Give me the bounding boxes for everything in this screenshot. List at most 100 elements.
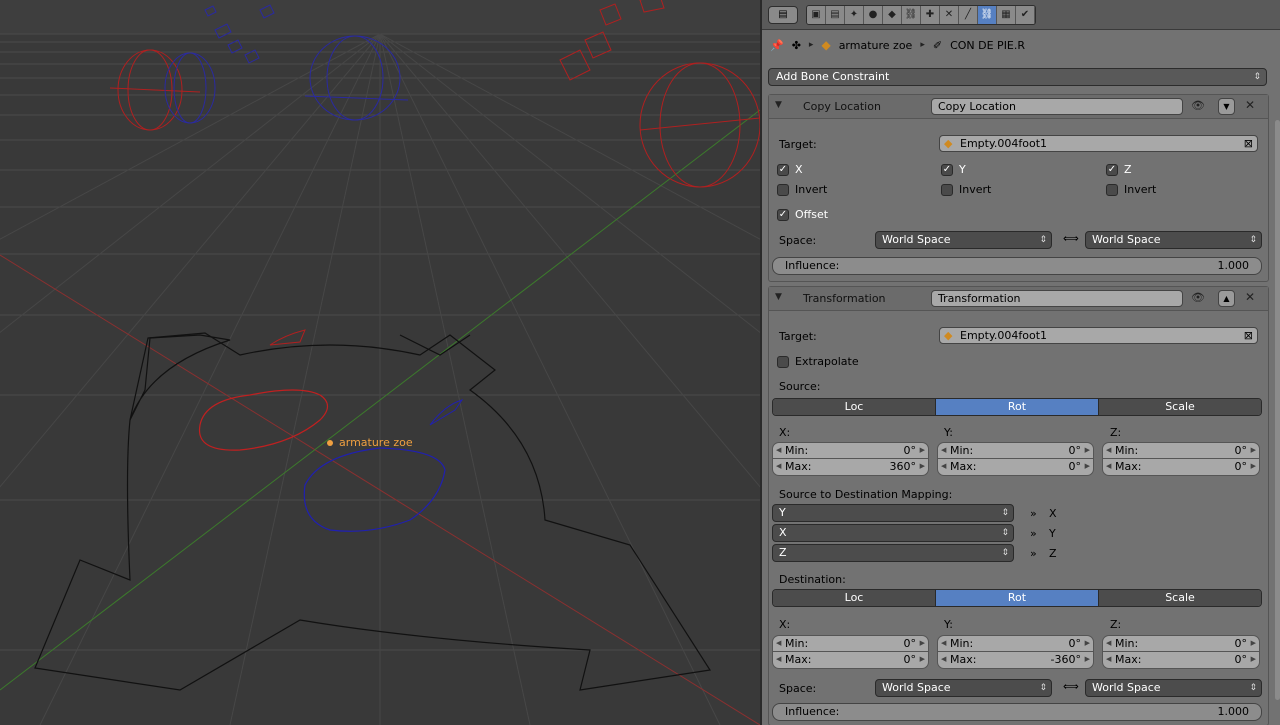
target-object-field[interactable]: ◆ Empty.004foot1 ⊠ — [939, 327, 1258, 344]
owner-space-dropdown[interactable]: World Space ⇕ — [875, 679, 1052, 697]
right-arrow-icon: ▶ — [1250, 655, 1256, 663]
bone-constraints-tab-icon[interactable]: ⛓ — [978, 6, 997, 24]
left-arrow-icon: ◀ — [1106, 446, 1112, 454]
right-arrow-icon: ▶ — [1250, 462, 1256, 470]
mapping-arrow-icon: » — [1030, 507, 1037, 520]
object-cube-icon: ◆ — [944, 137, 953, 150]
double-arrow-icon: ⟺ — [1063, 680, 1079, 693]
transformation-name-field[interactable]: Transformation — [931, 290, 1183, 307]
source-x-max-field[interactable]: ◀ Max: 360° ▶ — [772, 459, 929, 476]
3d-viewport[interactable]: armature zoe — [0, 0, 760, 725]
layers-tab-icon[interactable]: ▤ — [826, 6, 845, 24]
add-bone-constraint-dropdown[interactable]: Add Bone Constraint ⇕ — [768, 68, 1267, 86]
dest-x-min-field[interactable]: ◀ Min: 0° ▶ — [772, 635, 929, 652]
dest-z-max-field[interactable]: ◀ Max: 0° ▶ — [1102, 652, 1260, 669]
destination-label: Destination: — [779, 573, 846, 586]
constraints-tab-icon[interactable]: ⛓ — [902, 6, 921, 24]
dest-y-max-field[interactable]: ◀ Max: -360° ▶ — [937, 652, 1094, 669]
source-mode-selector: Loc Rot Scale — [772, 398, 1262, 416]
properties-scrollbar[interactable] — [1275, 120, 1280, 700]
use-x-checkbox[interactable]: ✓ X — [777, 163, 803, 176]
move-up-button[interactable]: ▲ — [1218, 290, 1235, 307]
extrapolate-checkbox[interactable]: Extrapolate — [777, 355, 859, 368]
transformation-header[interactable]: ▼ Transformation Transformation 👁 ▲ ✕ — [769, 287, 1268, 311]
modifiers-tab-icon[interactable]: ✚ — [921, 6, 940, 24]
use-y-checkbox[interactable]: ✓ Y — [941, 163, 966, 176]
max-label: Max: — [950, 653, 977, 666]
source-rot-button[interactable]: Rot — [936, 399, 1099, 415]
left-arrow-icon: ◀ — [1106, 462, 1112, 470]
target-object-value: Empty.004foot1 — [960, 137, 1048, 150]
invert-x-checkbox[interactable]: Invert — [777, 183, 827, 196]
destination-mode-selector: Loc Rot Scale — [772, 589, 1262, 607]
dest-y-max-value: -360° — [1050, 653, 1081, 666]
breadcrumb-bone: CON DE PIE.R — [950, 38, 1026, 52]
copy-location-header[interactable]: ▼ Copy Location Copy Location 👁 ▼ ✕ — [769, 95, 1268, 119]
target-object-field[interactable]: ◆ Empty.004foot1 ⊠ — [939, 135, 1258, 152]
source-y-max-field[interactable]: ◀ Max: 0° ▶ — [937, 459, 1094, 476]
owner-space-dropdown[interactable]: World Space ⇕ — [875, 231, 1052, 249]
visibility-eye-icon[interactable]: 👁 — [1191, 99, 1205, 112]
dest-rot-button[interactable]: Rot — [936, 590, 1099, 606]
clear-target-icon[interactable]: ⊠ — [1244, 136, 1253, 151]
source-y-min-field[interactable]: ◀ Min: 0° ▶ — [937, 442, 1094, 459]
source-scale-button[interactable]: Scale — [1099, 399, 1261, 415]
map-y-from-dropdown[interactable]: X ⇕ — [772, 524, 1014, 542]
min-label: Min: — [950, 444, 974, 457]
texture-tab-icon[interactable]: ✔ — [1016, 6, 1035, 24]
dest-scale-button[interactable]: Scale — [1099, 590, 1261, 606]
left-arrow-icon: ◀ — [776, 462, 782, 470]
data-tab-icon[interactable]: ✕ — [940, 6, 959, 24]
dropdown-arrows-icon: ⇕ — [1039, 235, 1047, 245]
invert-y-checkbox[interactable]: Invert — [941, 183, 991, 196]
material-tab-icon[interactable]: ▦ — [997, 6, 1016, 24]
map-z-from-dropdown[interactable]: Z ⇕ — [772, 544, 1014, 562]
scene-tab-icon[interactable]: ✦ — [845, 6, 864, 24]
right-arrow-icon: ▶ — [1084, 446, 1090, 454]
clear-target-icon[interactable]: ⊠ — [1244, 328, 1253, 343]
invert-z-checkbox[interactable]: Invert — [1106, 183, 1156, 196]
render-tab-icon[interactable]: ▣ — [807, 6, 826, 24]
min-label: Min: — [1115, 637, 1139, 650]
copy-location-name-field[interactable]: Copy Location — [931, 98, 1183, 115]
check-icon: ✓ — [777, 208, 789, 221]
target-space-dropdown[interactable]: World Space ⇕ — [1085, 679, 1262, 697]
bone-tab-icon[interactable]: ╱ — [959, 6, 978, 24]
target-label: Target: — [779, 138, 817, 151]
source-label: Source: — [779, 380, 821, 393]
max-label: Max: — [785, 653, 812, 666]
editor-type-button[interactable]: ▤ — [768, 6, 798, 24]
transformation-title: Transformation — [803, 292, 886, 305]
map-x-from-dropdown[interactable]: Y ⇕ — [772, 504, 1014, 522]
dest-z-min-field[interactable]: ◀ Min: 0° ▶ — [1102, 635, 1260, 652]
delete-constraint-icon[interactable]: ✕ — [1245, 290, 1255, 304]
delete-constraint-icon[interactable]: ✕ — [1245, 98, 1255, 112]
collapse-triangle-icon[interactable]: ▼ — [775, 292, 782, 302]
dest-y-label: Y: — [944, 618, 953, 631]
object-tab-icon[interactable]: ◆ — [883, 6, 902, 24]
use-z-checkbox[interactable]: ✓ Z — [1106, 163, 1132, 176]
context-tabs: ▣ ▤ ✦ ● ◆ ⛓ ✚ ✕ ╱ ⛓ ▦ ✔ — [806, 5, 1036, 25]
offset-checkbox[interactable]: ✓ Offset — [777, 208, 828, 221]
dest-loc-button[interactable]: Loc — [773, 590, 936, 606]
dest-x-max-field[interactable]: ◀ Max: 0° ▶ — [772, 652, 929, 669]
target-space-dropdown[interactable]: World Space ⇕ — [1085, 231, 1262, 249]
dest-z-min-value: 0° — [1234, 637, 1248, 650]
breadcrumb-armature: armature zoe — [838, 38, 913, 52]
pin-icon[interactable]: 📌 — [770, 39, 784, 52]
influence-slider[interactable]: Influence: 1.000 — [772, 257, 1262, 275]
dest-y-min-field[interactable]: ◀ Min: 0° ▶ — [937, 635, 1094, 652]
world-tab-icon[interactable]: ● — [864, 6, 883, 24]
collapse-triangle-icon[interactable]: ▼ — [775, 100, 782, 110]
influence-slider[interactable]: Influence: 1.000 — [772, 703, 1262, 721]
check-icon: ✓ — [941, 163, 953, 176]
map-x-to-label: X — [1049, 507, 1057, 520]
visibility-eye-icon[interactable]: 👁 — [1191, 291, 1205, 304]
source-loc-button[interactable]: Loc — [773, 399, 936, 415]
source-z-min-field[interactable]: ◀ Min: 0° ▶ — [1102, 442, 1260, 459]
check-icon: ✓ — [1106, 163, 1118, 176]
source-x-min-field[interactable]: ◀ Min: 0° ▶ — [772, 442, 929, 459]
source-z-max-field[interactable]: ◀ Max: 0° ▶ — [1102, 459, 1260, 476]
move-down-button[interactable]: ▼ — [1218, 98, 1235, 115]
max-label: Max: — [785, 460, 812, 473]
